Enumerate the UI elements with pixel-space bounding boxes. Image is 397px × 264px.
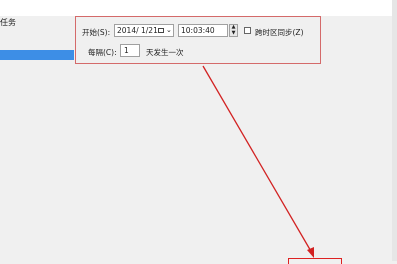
start-date-value: 2014/ 1/21 xyxy=(117,26,158,35)
schedule-panel: 开始(S): 2014/ 1/21 ⌄ 10:03:40 ▲ ▼ 跨时区同步(Z… xyxy=(75,16,321,64)
left-selected-item[interactable] xyxy=(0,50,74,60)
every-suffix: 天发生一次 xyxy=(146,48,184,57)
calendar-icon[interactable] xyxy=(158,28,164,33)
every-label: 每隔(C): xyxy=(88,48,117,57)
left-panel-label: 任务 xyxy=(0,18,16,27)
start-time-input[interactable]: 10:03:40 xyxy=(178,24,228,37)
sync-timezone-label: 跨时区同步(Z) xyxy=(255,28,304,37)
start-label: 开始(S): xyxy=(82,28,111,37)
every-days-input[interactable]: 1 xyxy=(120,44,140,57)
time-spinner[interactable]: ▲ ▼ xyxy=(229,24,238,37)
top-area xyxy=(0,0,397,16)
right-scrollbar[interactable] xyxy=(392,0,397,261)
spinner-down-icon[interactable]: ▼ xyxy=(230,31,237,36)
sync-timezone-checkbox[interactable] xyxy=(244,27,251,34)
start-time-value: 10:03:40 xyxy=(181,26,215,35)
start-date-picker[interactable]: 2014/ 1/21 ⌄ xyxy=(114,24,174,37)
every-days-value: 1 xyxy=(124,46,129,55)
arrow-line xyxy=(202,65,313,254)
chevron-down-icon[interactable]: ⌄ xyxy=(166,25,172,36)
every-row: 每隔(C): 1 天发生一次 xyxy=(76,44,322,58)
annotation-target-box xyxy=(288,258,342,264)
arrow-head-icon xyxy=(307,247,314,258)
start-row: 开始(S): 2014/ 1/21 ⌄ 10:03:40 ▲ ▼ 跨时区同步(Z… xyxy=(76,24,322,38)
